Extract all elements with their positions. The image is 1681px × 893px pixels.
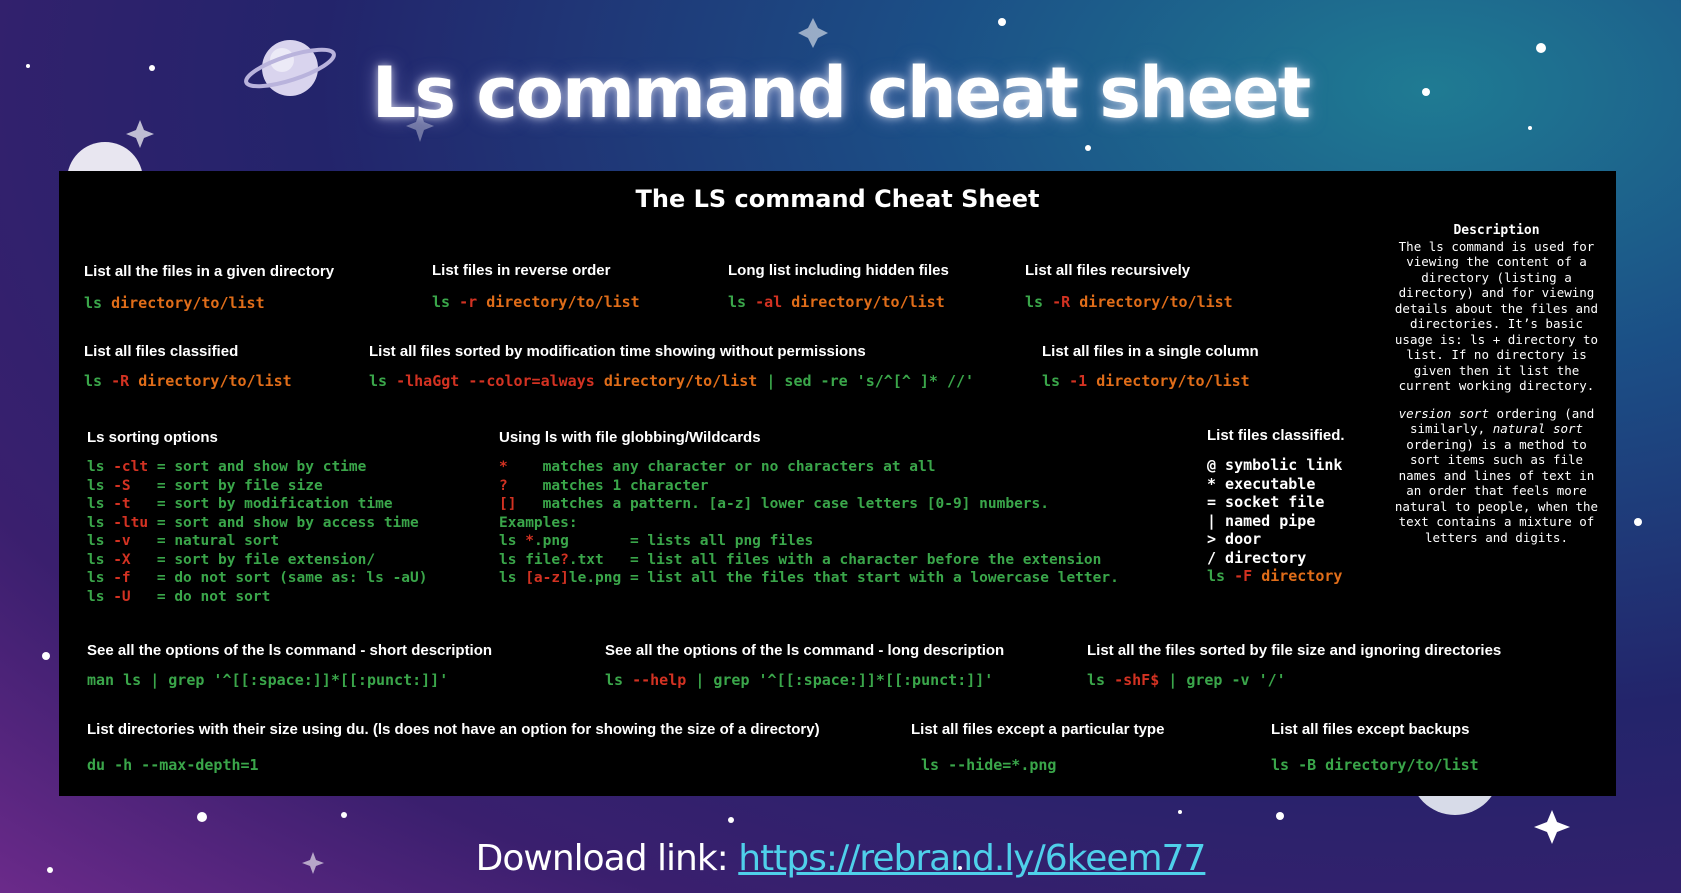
section-heading: List all files classified [84,343,239,360]
cheat-sheet-panel: The LS command Cheat Sheet List all the … [59,171,1616,796]
description-para1: The ls command is used for viewing the c… [1394,238,1599,394]
description-panel: Description The ls command is used for v… [1389,223,1604,557]
section-heading: List all files sorted by modification ti… [369,343,866,360]
command: ls -R directory/to/list [84,372,292,390]
command: ls -F directory [1207,567,1343,585]
section-short-options: See all the options of the ls command - … [87,642,492,689]
classified-list: @ symbolic link * executable = socket file… [1207,456,1345,567]
section-heading: Ls sorting options [87,429,218,446]
command: ls -al directory/to/list [728,293,945,311]
section-heading: List files classified. [1207,427,1345,444]
download-label: Download link: [475,838,739,879]
section-du: List directories with their size using d… [87,721,820,774]
download-link[interactable]: https://rebrand.ly/6keem77 [738,838,1206,879]
section-globbing: Using ls with file globbing/Wildcards * … [499,429,1119,588]
description-title: Description [1453,223,1540,238]
classified-item: * executable [1207,474,1316,493]
sheet-title: The LS command Cheat Sheet [635,185,1040,213]
command: man ls | grep '^[[:space:]]*[[:punct:]]' [87,671,449,689]
section-heading: List all files except a particular type [911,721,1165,738]
section-single-column: List all files in a single column ls -1 … [1042,343,1259,390]
pattern-row: [] matches a pattern. [a-z] lower case l… [499,496,1049,512]
section-heading: Long list including hidden files [728,262,949,279]
example-row: ls [a-z]le.png = list all the files that… [499,570,1119,586]
description-para2: version sort ordering (and similarly, na… [1394,405,1599,545]
command: ls -shF$ | grep -v '/' [1087,671,1286,689]
pattern-row: * matches any character or no characters… [499,459,936,475]
command: ls -r directory/to/list [432,293,640,311]
section-except-type: List all files except a particular type … [911,721,1164,774]
sorting-row: ls -S = sort by file size [87,477,323,494]
section-list-dir: List all the files in a given directory … [84,263,334,312]
command: ls --hide=*.png [921,756,1057,774]
classified-item: > door [1207,530,1262,548]
section-classified: List files classified. @ symbolic link * … [1207,427,1345,586]
section-heading: List all files in a single column [1042,343,1259,360]
section-by-size: List all the files sorted by file size a… [1087,642,1501,689]
classified-item: = socket file [1207,493,1325,511]
sorting-row: ls -ltu = sort and show by access time [87,514,419,531]
section-long-options: See all the options of the ls command - … [605,642,1004,689]
sorting-row: ls -t = sort by modification time [87,496,393,512]
section-sorted-modification: List all files sorted by modification ti… [369,343,974,390]
sorting-row: ls -v = natural sort [87,533,280,549]
sorting-row: ls -f = do not sort (same as: ls -aU) [87,570,428,586]
command: ls directory/to/list [84,294,265,312]
command: ls -R directory/to/list [1025,293,1233,311]
sorting-row: ls -clt = sort and show by ctime [87,459,367,475]
sorting-list: ls -clt = sort and show by ctime ls -S = … [87,458,427,606]
section-heading: List directories with their size using d… [87,721,820,738]
command: ls --help | grep '^[[:space:]]*[[:punct:… [605,671,994,689]
headline: Ls command cheat sheet [371,52,1311,134]
section-sorting-options: Ls sorting options ls -clt = sort and sh… [87,429,427,606]
section-heading: List files in reverse order [432,262,611,279]
example-row: ls *.png = lists all png files [499,533,814,549]
section-reverse: List files in reverse order ls -r direct… [432,262,640,311]
command: ls -lhaGgt --color=always directory/to/l… [369,372,975,390]
section-heading: List all files recursively [1025,262,1191,279]
sorting-row: ls -X = sort by file extension/ [87,551,376,568]
globbing-list: * matches any character or no characters… [499,458,1119,588]
section-heading: Using ls with file globbing/Wildcards [499,429,761,446]
section-except-backups: List all files except backups ls -B dire… [1271,721,1479,774]
section-recursive: List all files recursively ls -R directo… [1025,262,1233,311]
section-classified-top: List all files classified ls -R director… [84,343,292,390]
classified-item: @ symbolic link [1207,456,1343,474]
section-heading: List all the files sorted by file size a… [1087,642,1502,659]
classified-item: / directory [1207,548,1307,567]
section-heading: List all the files in a given directory [84,263,335,280]
command: ls -B directory/to/list [1271,756,1479,774]
example-row: ls file?.txt = list all files with a cha… [499,551,1102,568]
section-heading: See all the options of the ls command - … [605,642,1005,659]
sorting-row: ls -U = do not sort [87,588,271,605]
pattern-row: ? matches 1 character [499,477,709,494]
section-heading: List all files except backups [1271,721,1470,738]
classified-item: | named pipe [1207,511,1316,530]
command: du -h --max-depth=1 [87,756,259,774]
command: ls -1 directory/to/list [1042,372,1250,390]
download-line: Download link: https://rebrand.ly/6keem7… [0,838,1681,879]
section-heading: See all the options of the ls command - … [87,642,493,659]
examples-label: Examples: [499,514,578,531]
section-long-list: Long list including hidden files ls -al … [728,262,949,311]
